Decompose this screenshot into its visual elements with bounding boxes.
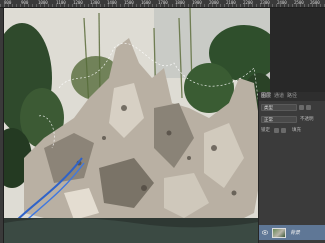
- ruler-label: 1500: [124, 0, 134, 5]
- lock-row: 锁定 填充: [259, 125, 325, 135]
- layer-thumbnail: [272, 227, 286, 238]
- ruler-label: 900: [21, 0, 29, 5]
- ruler-label: 2500: [294, 0, 304, 5]
- lock-label: 锁定: [261, 128, 270, 133]
- layer-filter-row: 类型: [259, 102, 325, 112]
- ruler-label: 2000: [209, 0, 219, 5]
- ruler-label: 1600: [141, 0, 151, 5]
- blend-mode-label: 正常: [264, 117, 273, 123]
- tab-layers[interactable]: 图层: [261, 92, 271, 101]
- ruler-label: 2300: [260, 0, 270, 5]
- fill-label: 填充: [292, 128, 301, 133]
- tab-channels[interactable]: 通道: [274, 92, 284, 101]
- ruler-label: 1900: [192, 0, 202, 5]
- blend-row: 正常 不透明: [259, 114, 325, 124]
- ruler-label: 1700: [158, 0, 168, 5]
- horizontal-ruler[interactable]: 800 900 1000 1100 1200 1300 1400 1500 16…: [0, 0, 325, 8]
- panel-tabs: 图层 通道 路径: [259, 92, 325, 101]
- layers-panel: 图层 通道 路径 类型 正常 不透明 锁定 填充 背景: [258, 92, 325, 243]
- layer-kind-label: 类型: [264, 105, 273, 111]
- layer-kind-select[interactable]: 类型: [261, 103, 297, 111]
- ruler-label: 2400: [277, 0, 287, 5]
- ruler-label: 1800: [175, 0, 185, 5]
- ruler-label: 800: [4, 0, 12, 5]
- document-canvas[interactable]: [4, 8, 270, 243]
- photoshop-window: 800 900 1000 1100 1200 1300 1400 1500 16…: [0, 0, 325, 243]
- ruler-label: 2100: [226, 0, 236, 5]
- lock-position-icon[interactable]: [281, 127, 286, 133]
- eye-icon[interactable]: [262, 230, 268, 236]
- opacity-label: 不透明: [300, 117, 314, 122]
- ruler-label: 1100: [56, 0, 66, 5]
- ruler-label: 1400: [107, 0, 117, 5]
- rockery-photo: [4, 8, 270, 243]
- layer-row-background[interactable]: 背景: [259, 225, 325, 240]
- blend-mode-select[interactable]: 正常: [261, 115, 297, 123]
- lock-icon[interactable]: [274, 127, 279, 133]
- ruler-label: 1200: [73, 0, 83, 5]
- layer-name[interactable]: 背景: [290, 229, 300, 236]
- adjust-filter-icon[interactable]: [306, 104, 311, 110]
- ruler-label: 2200: [243, 0, 253, 5]
- ruler-label: 2600: [310, 0, 320, 5]
- ruler-label: 1300: [90, 0, 100, 5]
- tab-paths[interactable]: 路径: [287, 92, 297, 101]
- filter-icon[interactable]: [299, 104, 304, 110]
- ruler-label: 1000: [38, 0, 48, 5]
